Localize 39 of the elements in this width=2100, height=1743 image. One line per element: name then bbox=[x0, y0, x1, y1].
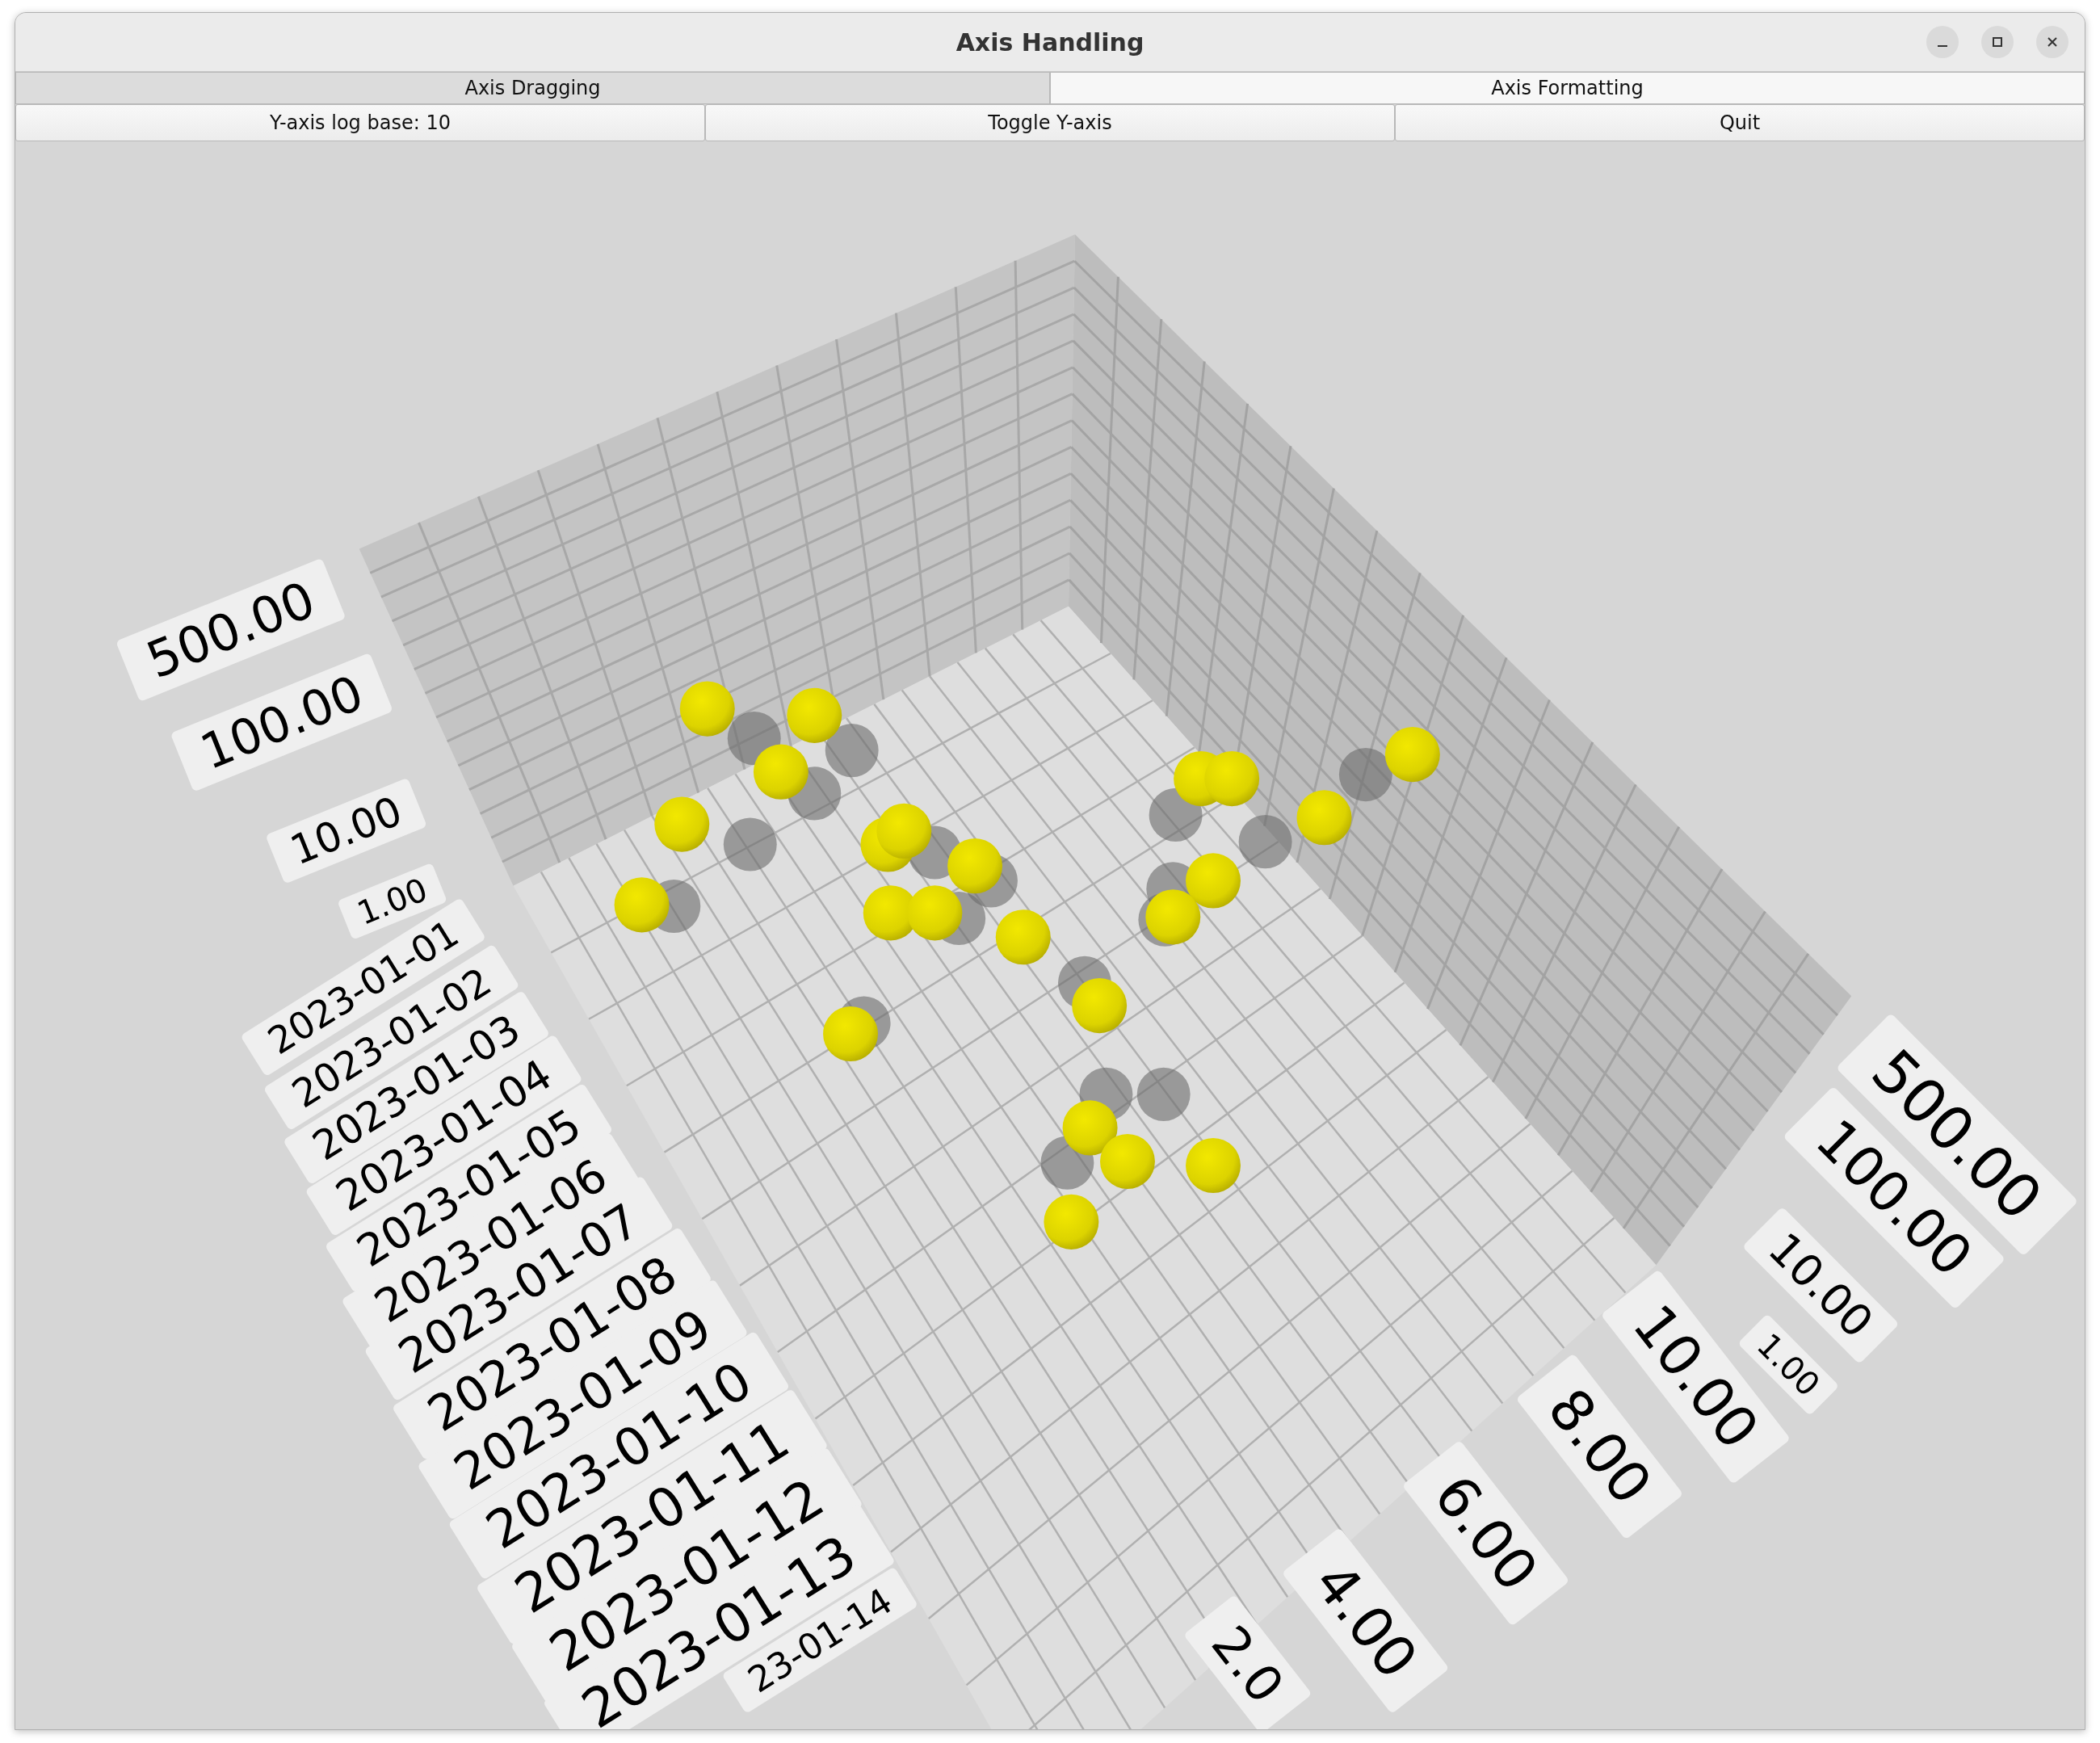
data-point bbox=[1044, 1194, 1099, 1250]
point-shadow bbox=[825, 724, 879, 778]
data-point bbox=[1296, 790, 1352, 846]
tab[interactable]: Axis Dragging bbox=[15, 72, 1050, 104]
data-point bbox=[1204, 750, 1260, 807]
axis-label: 2.0 bbox=[1183, 1594, 1312, 1729]
tab[interactable]: Axis Formatting bbox=[1050, 72, 2085, 104]
maximize-icon bbox=[1993, 37, 2002, 47]
data-point bbox=[1062, 1100, 1118, 1156]
data-point bbox=[1145, 889, 1201, 945]
point-shadow bbox=[723, 817, 777, 872]
window-title: Axis Handling bbox=[956, 27, 1144, 57]
data-point bbox=[1186, 1137, 1241, 1194]
point-shadow bbox=[1238, 815, 1292, 869]
data-point bbox=[679, 681, 735, 737]
maximize-button[interactable] bbox=[1981, 26, 2014, 58]
data-point bbox=[1072, 978, 1128, 1034]
toolbar-button[interactable]: Quit bbox=[1395, 104, 2085, 141]
close-icon bbox=[2048, 37, 2057, 47]
data-point bbox=[1186, 853, 1241, 909]
point-shadow bbox=[1149, 788, 1203, 842]
data-point bbox=[1100, 1133, 1155, 1190]
point-shadow bbox=[1136, 1067, 1191, 1121]
data-point bbox=[947, 838, 1003, 894]
data-point bbox=[1384, 727, 1440, 783]
data-point bbox=[995, 909, 1051, 965]
data-point bbox=[614, 877, 670, 933]
toolbar-button[interactable]: Toggle Y-axis bbox=[705, 104, 1395, 141]
minimize-icon bbox=[1938, 45, 1947, 47]
data-point bbox=[787, 687, 842, 743]
data-point bbox=[753, 744, 808, 800]
data-point bbox=[654, 796, 710, 852]
toolbar-button[interactable]: Y-axis log base: 10 bbox=[15, 104, 705, 141]
close-button[interactable] bbox=[2036, 26, 2068, 58]
point-shadow bbox=[727, 712, 781, 766]
data-point bbox=[823, 1006, 878, 1062]
data-point bbox=[907, 885, 963, 941]
point-shadow bbox=[1338, 747, 1392, 802]
data-point bbox=[876, 803, 932, 859]
